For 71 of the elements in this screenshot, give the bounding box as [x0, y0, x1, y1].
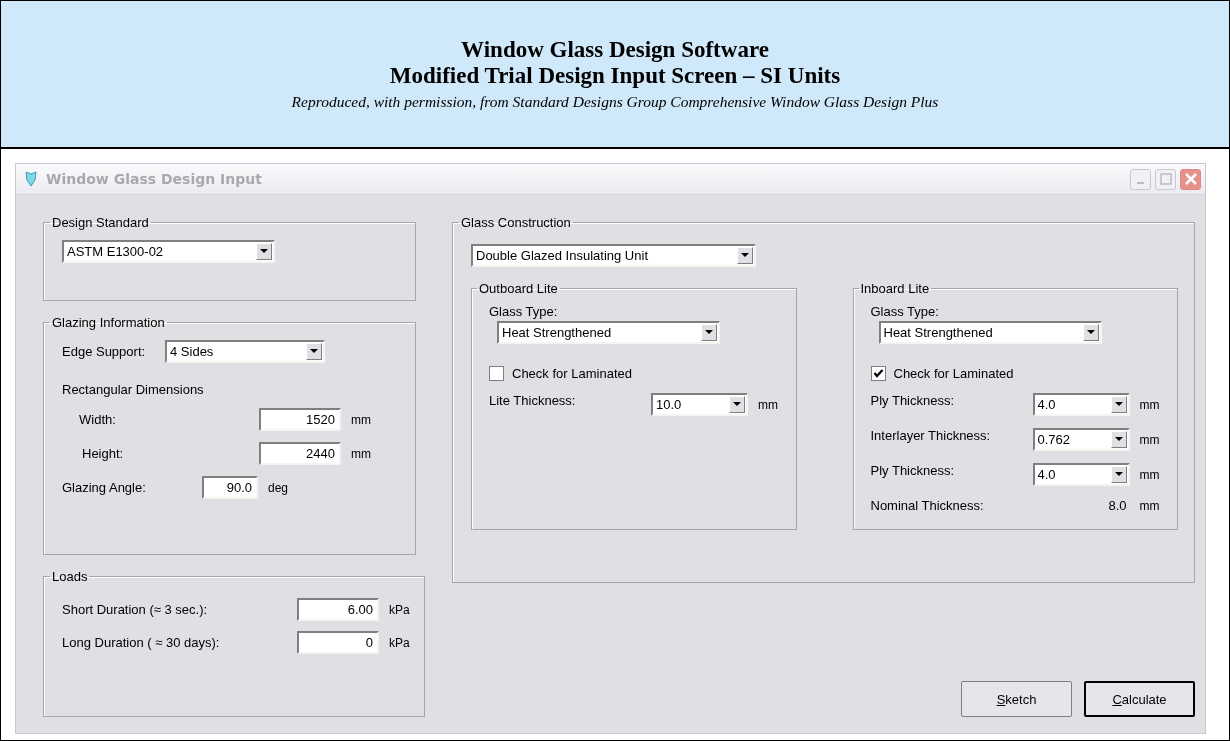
app-icon — [24, 170, 38, 188]
input-field[interactable]: 0 — [297, 631, 379, 654]
dropdown[interactable]: 4 Sides — [165, 340, 325, 363]
field-label: Edge Support: — [62, 344, 147, 359]
field-label: Short Duration (≈ 3 sec.): — [62, 602, 209, 617]
field-label: Interlayer Thickness: — [870, 428, 992, 443]
checkbox-label: Check for Laminated — [512, 366, 632, 381]
unit-label: mm — [1139, 498, 1160, 513]
group-title: Glazing Information — [51, 315, 166, 330]
dropdown[interactable]: Heat Strengthened — [878, 321, 1102, 344]
unit-label: mm — [1139, 467, 1160, 482]
unit-label: mm — [351, 446, 371, 461]
dropdown[interactable]: 4.0 — [1032, 463, 1130, 486]
unit-label: mm — [351, 412, 371, 427]
close-button[interactable] — [1180, 168, 1201, 190]
caret-icon — [1110, 396, 1127, 413]
checkbox[interactable] — [489, 366, 504, 381]
unit-label: deg — [268, 480, 289, 495]
dropdown[interactable]: ASTM E1300-02 — [62, 240, 275, 263]
caret-icon — [306, 343, 322, 360]
checkbox[interactable] — [870, 366, 886, 381]
field-label: Ply Thickness: — [870, 393, 956, 408]
group-title: Inboard Lite — [859, 281, 931, 296]
dropdown[interactable]: 0.762 — [1032, 428, 1130, 451]
unit-label: kPa — [389, 602, 410, 617]
section-label: Rectangular Dimensions — [62, 382, 205, 397]
checkbox-label: Check for Laminated — [893, 366, 1014, 381]
figure-caption: Reproduced, with permission, from Standard Designs Group Comprehensive Window Glass Design Plus — [291, 93, 939, 111]
field-label: Long Duration ( ≈ 30 days): — [62, 635, 221, 650]
input-field[interactable]: 6.00 — [297, 598, 379, 621]
caret-icon — [1110, 431, 1127, 448]
dropdown[interactable]: Double Glazed Insulating Unit — [471, 244, 756, 267]
close-icon — [1183, 172, 1198, 186]
group-title: Glass Construction — [460, 215, 572, 230]
caret-icon — [256, 243, 272, 260]
push-button[interactable]: Sketch — [961, 681, 1072, 717]
field-label: Height: — [81, 446, 125, 461]
caret-icon — [729, 396, 745, 413]
unit-label: mm — [1139, 397, 1160, 412]
input-field[interactable]: 1520 — [259, 408, 341, 431]
figure-title: Modified Trial Design Input Screen – SI Units — [389, 63, 841, 89]
value-readout: 8.0 — [1107, 498, 1128, 513]
field-label: Glazing Angle: — [62, 480, 147, 495]
dropdown[interactable]: 4.0 — [1032, 393, 1130, 416]
minimize-button[interactable] — [1130, 168, 1151, 190]
dropdown[interactable]: 10.0 — [651, 393, 748, 416]
field-label: Nominal Thickness: — [870, 498, 985, 513]
input-field[interactable]: 90.0 — [202, 476, 258, 499]
maximize-button[interactable] — [1155, 168, 1176, 190]
unit-label: kPa — [389, 635, 410, 650]
dropdown[interactable]: Heat Strengthened — [497, 321, 720, 344]
field-label: Ply Thickness: — [870, 463, 956, 478]
field-label: Glass Type: — [870, 304, 940, 319]
caret-icon — [701, 324, 717, 341]
field-label: Glass Type: — [489, 304, 559, 319]
maximize-icon — [1159, 173, 1172, 185]
field-label: Lite Thickness: — [489, 393, 577, 408]
figure-title: Window Glass Design Software — [461, 37, 769, 63]
minimize-icon — [1137, 182, 1144, 184]
caret-icon — [1082, 324, 1099, 341]
group-title: Outboard Lite — [478, 281, 559, 296]
push-button[interactable]: Calculate — [1084, 681, 1195, 717]
group-title: Loads — [51, 569, 89, 584]
input-field[interactable]: 2440 — [259, 442, 341, 465]
window-title: Window Glass Design Input — [46, 171, 262, 187]
caret-icon — [1110, 466, 1127, 483]
unit-label: mm — [1139, 432, 1160, 447]
unit-label: mm — [758, 397, 778, 412]
group-title: Design Standard — [51, 215, 150, 230]
caret-icon — [737, 247, 753, 264]
field-label: Width: — [78, 412, 117, 427]
